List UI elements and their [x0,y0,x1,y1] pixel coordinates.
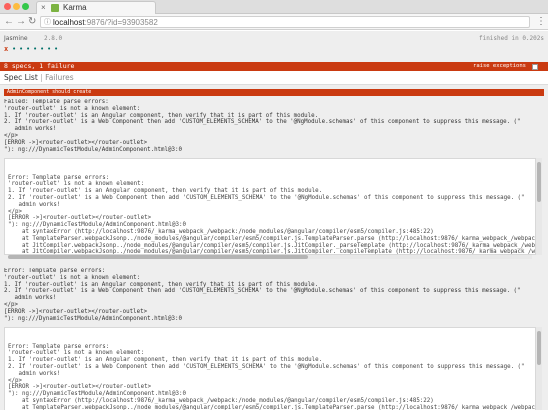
spec-summary-text: 8 specs, 1 failure [4,62,75,70]
failed-spec-symbol[interactable]: x [4,45,8,53]
tab-title: Karma [63,3,87,12]
jasmine-version: 2.8.0 [44,35,63,42]
forward-arrow-icon[interactable]: → [16,16,26,28]
spec-list-link[interactable]: Spec List [4,73,38,82]
vertical-scrollbar[interactable] [536,327,542,410]
url-host: localhost [53,18,85,27]
karma-favicon-icon [51,4,59,12]
passed-spec-symbol[interactable]: • [54,45,58,53]
browser-toolbar: ← → ↻ ⓘ localhost:9876/?id=93903582 ⋮ [0,14,548,30]
passed-spec-symbol[interactable]: • [33,45,37,53]
browser-tab-bar: × Karma [0,0,548,14]
results-menu: Spec List | Failures [0,71,548,85]
jasmine-title: Jasmine [4,35,28,42]
raise-exceptions-checkbox[interactable] [532,64,538,70]
scrollbar-thumb[interactable] [537,162,541,202]
failures-link[interactable]: Failures [45,73,74,82]
reload-icon[interactable]: ↻ [28,16,36,28]
jasmine-reporter: Jasmine 2.8.0 finished in 0.202s x • • •… [0,31,548,410]
info-icon[interactable]: ⓘ [44,18,51,27]
stack-trace-text: Error: Template parse errors: 'router-ou… [8,343,535,410]
failure-message: Failed: Template parse errors: 'router-o… [4,99,521,153]
stack-trace-box[interactable]: Error: Template parse errors: 'router-ou… [4,158,536,255]
horizontal-scrollbar[interactable] [8,255,532,259]
menu-separator: | [40,73,43,82]
browser-tab[interactable]: × Karma [36,1,156,14]
horizontal-scrollbar-thumb[interactable] [8,255,308,259]
raise-exceptions-label: raise exceptions [473,63,526,69]
failure-alert-bar: 8 specs, 1 failure raise exceptions [0,62,548,71]
passed-spec-symbol[interactable]: • [12,45,16,53]
minimize-window-button[interactable] [13,3,20,10]
stack-trace-text: Error: Template parse errors: 'router-ou… [8,174,535,255]
url-path: :9876/?id=93903582 [84,18,158,27]
tab-close-icon[interactable]: × [41,3,46,13]
passed-spec-symbol[interactable]: • [40,45,44,53]
passed-spec-symbol[interactable]: • [19,45,23,53]
browser-menu-icon[interactable]: ⋮ [536,16,546,28]
stack-trace-box[interactable]: Error: Template parse errors: 'router-ou… [4,327,536,410]
failed-spec-name[interactable]: AdminComponent should create [4,89,544,96]
passed-spec-symbol[interactable]: • [47,45,51,53]
close-window-button[interactable] [4,3,11,10]
zoom-window-button[interactable] [22,3,29,10]
address-bar[interactable]: ⓘ localhost:9876/?id=93903582 [40,16,530,28]
failure-message: Error: Template parse errors: 'router-ou… [4,268,521,322]
run-duration: finished in 0.202s [478,35,544,42]
passed-spec-symbol[interactable]: • [26,45,30,53]
back-arrow-icon[interactable]: ← [4,16,14,28]
scrollbar-thumb[interactable] [537,331,541,365]
vertical-scrollbar[interactable] [536,158,542,255]
jasmine-banner: Jasmine 2.8.0 finished in 0.202s [4,34,544,44]
url-text[interactable]: localhost:9876/?id=93903582 [53,18,158,27]
